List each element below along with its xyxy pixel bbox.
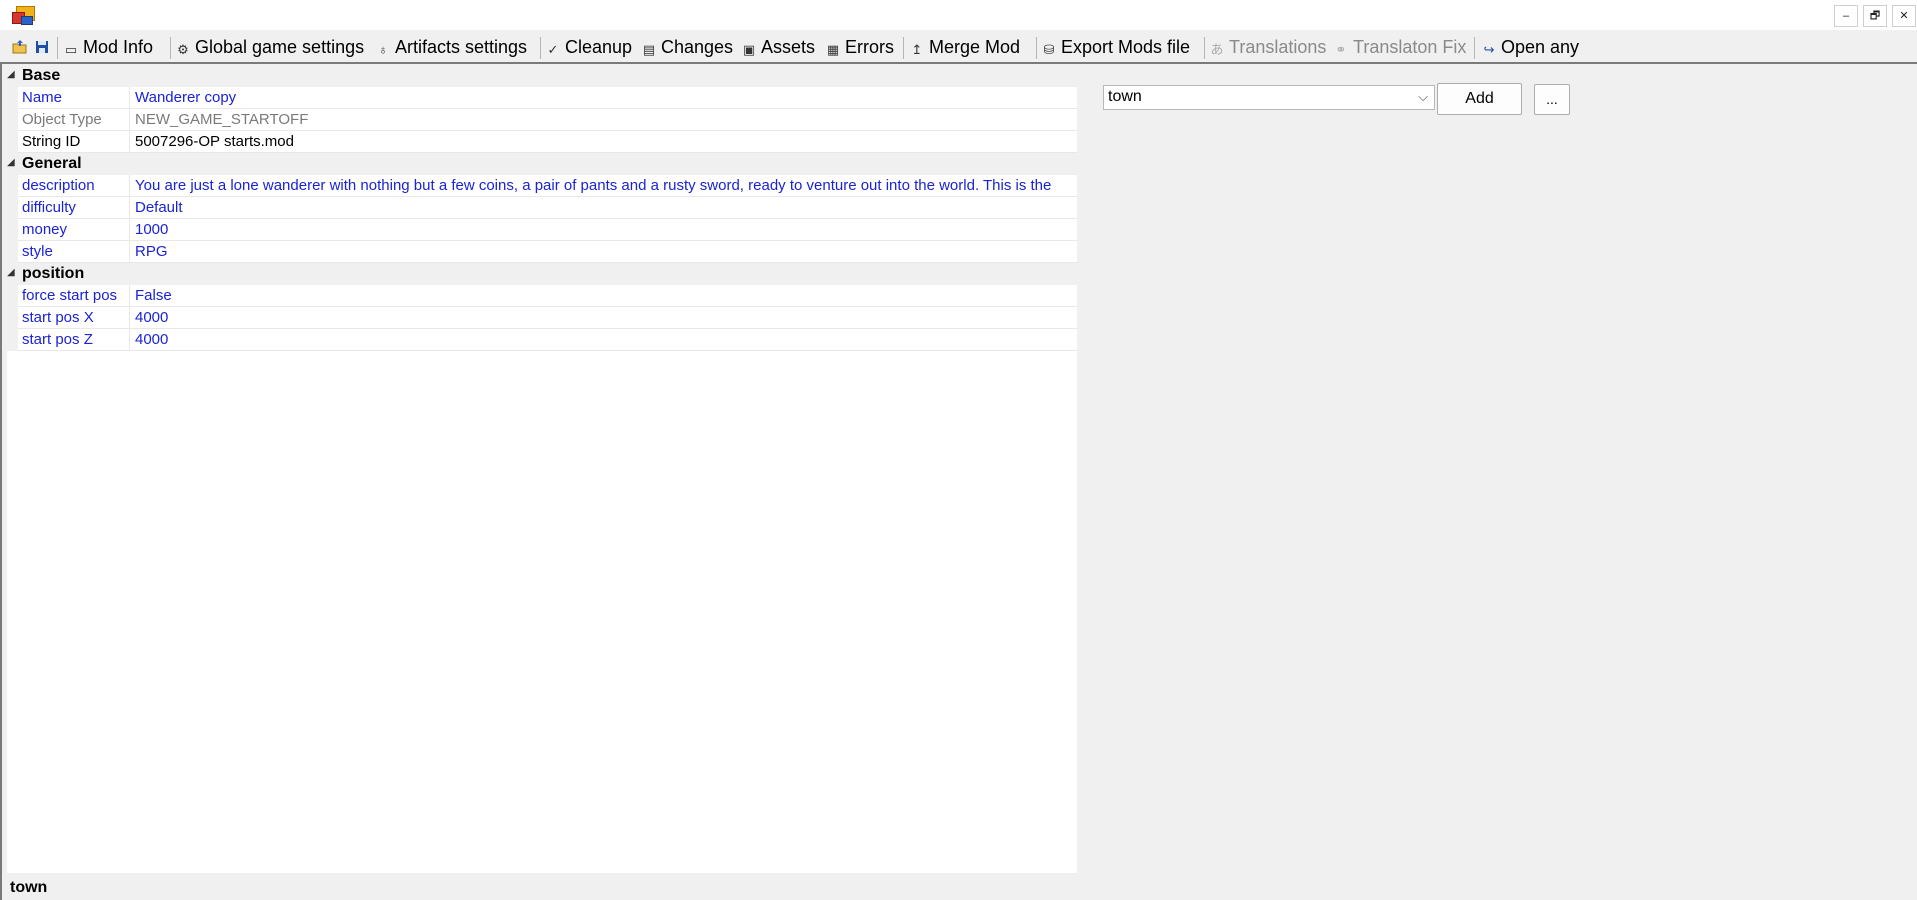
collapse-triangle-icon[interactable]: ◢ bbox=[7, 69, 15, 80]
assets-icon: ▣ bbox=[742, 42, 756, 57]
export-mods-file-button[interactable]: ⛁ Export Mods file bbox=[1042, 34, 1191, 60]
errors-icon: ▦ bbox=[826, 42, 840, 57]
property-value[interactable]: 4000 bbox=[131, 307, 1077, 328]
changes-button[interactable]: ▤ Changes bbox=[642, 34, 733, 60]
property-value[interactable]: Default bbox=[131, 197, 1077, 218]
broom-icon: ✓ bbox=[547, 42, 559, 57]
property-value: NEW_GAME_STARTOFF bbox=[135, 111, 309, 128]
toolbar-separator bbox=[1204, 37, 1205, 59]
category-label: position bbox=[22, 265, 85, 282]
minimize-button[interactable]: – bbox=[1834, 5, 1858, 27]
toolbar-separator bbox=[170, 37, 171, 59]
left-border bbox=[0, 64, 2, 900]
mod-info-icon: ▭ bbox=[64, 42, 78, 57]
open-any-button[interactable]: ↪ Open any bbox=[1482, 34, 1580, 60]
toolbar-separator bbox=[57, 37, 58, 59]
add-button[interactable]: Add bbox=[1437, 83, 1522, 115]
artifacts-settings-button[interactable]: ♁ Artifacts settings bbox=[376, 34, 527, 60]
property-value[interactable]: 4000 bbox=[131, 329, 1077, 350]
mod-info-button[interactable]: ▭ Mod Info bbox=[64, 34, 153, 60]
translation-fix-icon: ⚭ bbox=[1335, 42, 1347, 57]
more-options-button[interactable]: ... bbox=[1534, 84, 1570, 115]
property-name: String ID bbox=[18, 131, 130, 152]
property-value[interactable]: False bbox=[131, 285, 1077, 306]
property-row-style[interactable]: style RPG bbox=[7, 241, 1077, 263]
property-name: money bbox=[18, 219, 130, 240]
property-value[interactable]: 5007296-OP starts.mod bbox=[131, 131, 1077, 152]
property-value[interactable]: You are just a lone wanderer with nothin… bbox=[131, 175, 1077, 196]
status-label: town bbox=[10, 879, 48, 896]
category-label: General bbox=[22, 155, 82, 172]
gear-icon: ⚙ bbox=[177, 42, 189, 57]
category-position[interactable]: ◢ position bbox=[7, 263, 1077, 285]
property-row-force-start-pos[interactable]: force start pos False bbox=[7, 285, 1077, 307]
property-name: Object Type bbox=[18, 109, 130, 130]
translations-icon: あ bbox=[1210, 42, 1224, 57]
collapse-triangle-icon[interactable]: ◢ bbox=[7, 267, 15, 278]
property-row-name[interactable]: Name Wanderer copy bbox=[7, 87, 1077, 109]
artifact-icon: ♁ bbox=[378, 42, 388, 57]
property-row-start-pos-z[interactable]: start pos Z 4000 bbox=[7, 329, 1077, 351]
toolbar-separator bbox=[1036, 37, 1037, 59]
save-icon[interactable] bbox=[34, 39, 50, 55]
app-icon bbox=[12, 5, 35, 25]
property-name: style bbox=[18, 241, 130, 262]
cleanup-button[interactable]: ✓ Cleanup bbox=[546, 34, 633, 60]
translations-button[interactable]: あ Translations bbox=[1210, 34, 1326, 60]
title-bar: – 🗗 ✕ bbox=[0, 0, 1917, 30]
property-name: start pos X bbox=[18, 307, 130, 328]
open-arrow-icon: ↪ bbox=[1483, 42, 1495, 57]
toolbar-separator bbox=[540, 37, 541, 59]
toolbar: ▭ Mod Info ⚙ Global game settings ♁ Artifac… bbox=[0, 31, 1917, 64]
property-row-start-pos-x[interactable]: start pos X 4000 bbox=[7, 307, 1077, 329]
export-icon: ⛁ bbox=[1043, 42, 1055, 57]
chevron-down-icon[interactable]: ⌵ bbox=[1418, 89, 1428, 105]
collapse-triangle-icon[interactable]: ◢ bbox=[7, 157, 15, 168]
property-name: description bbox=[18, 175, 130, 196]
merge-mod-button[interactable]: ↥ Merge Mod bbox=[910, 34, 1021, 60]
property-row-difficulty[interactable]: difficulty Default bbox=[7, 197, 1077, 219]
category-general[interactable]: ◢ General bbox=[7, 153, 1077, 175]
category-label: Base bbox=[22, 67, 61, 84]
category-base[interactable]: ◢ Base bbox=[7, 65, 1077, 87]
property-row-object-type[interactable]: Object Type NEW_GAME_STARTOFF bbox=[7, 109, 1077, 131]
close-button[interactable]: ✕ bbox=[1892, 5, 1916, 27]
assets-button[interactable]: ▣ Assets bbox=[742, 34, 815, 60]
property-value[interactable]: RPG bbox=[131, 241, 1077, 262]
property-value[interactable]: Wanderer copy bbox=[131, 87, 1077, 108]
property-row-string-id[interactable]: String ID 5007296-OP starts.mod bbox=[7, 131, 1077, 153]
translation-fix-button[interactable]: ⚭ Translaton Fix bbox=[1334, 34, 1467, 60]
restore-button[interactable]: 🗗 bbox=[1863, 5, 1887, 27]
merge-icon: ↥ bbox=[911, 42, 923, 57]
combobox-value: town bbox=[1108, 88, 1142, 105]
property-row-money[interactable]: money 1000 bbox=[7, 219, 1077, 241]
global-game-settings-button[interactable]: ⚙ Global game settings bbox=[176, 34, 364, 60]
type-combobox[interactable]: town ⌵ bbox=[1103, 85, 1435, 110]
open-file-icon[interactable] bbox=[12, 39, 28, 55]
property-name: difficulty bbox=[18, 197, 130, 218]
toolbar-separator bbox=[1474, 37, 1475, 59]
property-row-description[interactable]: description You are just a lone wanderer… bbox=[7, 175, 1077, 197]
errors-button[interactable]: ▦ Errors bbox=[826, 34, 894, 60]
property-grid[interactable]: ◢ Base Name Wanderer copy Object Type NE… bbox=[7, 65, 1077, 873]
property-name: force start pos bbox=[18, 285, 130, 306]
property-name: start pos Z bbox=[18, 329, 130, 350]
property-name: Name bbox=[18, 87, 130, 108]
changes-icon: ▤ bbox=[642, 42, 656, 57]
property-value[interactable]: 1000 bbox=[131, 219, 1077, 240]
toolbar-separator bbox=[903, 37, 904, 59]
